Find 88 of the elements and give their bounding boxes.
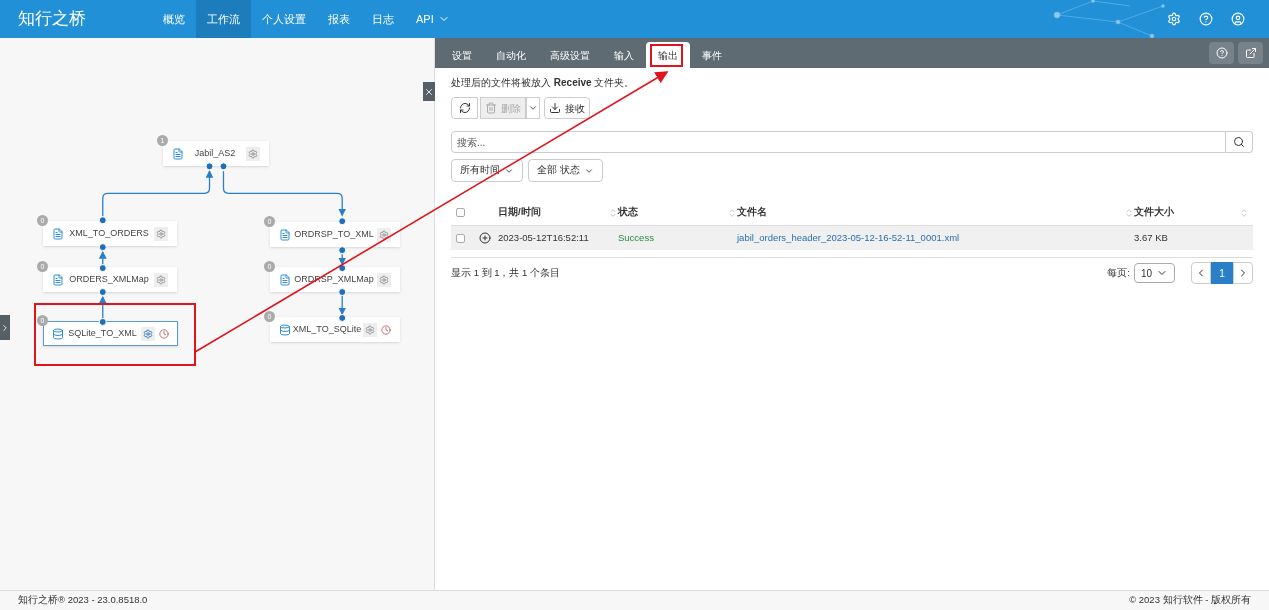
node-name: ORDRSP_TO_XML xyxy=(293,227,375,241)
tab[interactable]: 设置 xyxy=(440,42,484,68)
nav-link[interactable]: 工作流 xyxy=(196,0,251,38)
help-icon xyxy=(1215,47,1228,59)
settings-button[interactable] xyxy=(363,322,377,337)
gear-icon xyxy=(379,274,389,285)
tab[interactable]: 高级设置 xyxy=(538,42,602,68)
node-name: XML_TO_SQLite xyxy=(291,322,363,336)
search-icon xyxy=(1233,136,1245,148)
version-text: 知行之桥® 2023 - 23.0.8518.0 xyxy=(18,593,148,608)
chevron-right-icon xyxy=(0,322,10,333)
next-button[interactable] xyxy=(1233,262,1253,284)
settings-button[interactable] xyxy=(154,226,168,241)
refresh-button[interactable] xyxy=(451,97,478,119)
connector-line xyxy=(98,295,107,319)
settings-button[interactable] xyxy=(141,326,155,341)
file-link[interactable]: jabil_orders_header_2023-05-12-16-52-11_0001.xml xyxy=(737,230,1134,246)
column-header[interactable]: 状态 xyxy=(618,205,727,220)
gear-icon xyxy=(248,148,258,159)
close-button[interactable] xyxy=(423,82,435,101)
select-all-checkbox[interactable] xyxy=(456,208,465,217)
settings-button[interactable] xyxy=(377,227,391,242)
search-field[interactable]: 搜索... xyxy=(451,131,1226,153)
node-name: SQLite_TO_XML xyxy=(67,326,138,340)
help-icon[interactable] xyxy=(1199,12,1213,26)
settings-button[interactable] xyxy=(246,146,260,161)
table-row[interactable]: 2023-05-12T16:52:11 Success jabil_orders_header_2023-05-12-16-52-11_0001.xml 3.67 KB xyxy=(451,225,1253,250)
tab[interactable]: 自动化 xyxy=(484,42,538,68)
table-cell-text: 3.67 KB xyxy=(1134,230,1169,245)
search-button[interactable] xyxy=(1226,131,1253,153)
external-link-icon xyxy=(1244,47,1257,59)
download-icon xyxy=(549,102,561,114)
workflow-node[interactable]: ORDRSP_TO_XML xyxy=(270,222,400,247)
connector-line xyxy=(338,253,347,266)
row-checkbox[interactable] xyxy=(456,233,465,243)
clock-icon[interactable] xyxy=(159,328,169,339)
expand-icon[interactable] xyxy=(479,232,491,244)
per-page-label: 每页: xyxy=(1107,265,1130,280)
tab[interactable]: 事件 xyxy=(690,42,734,68)
gear-icon xyxy=(143,328,153,339)
workflow-node[interactable]: XML_TO_ORDERS xyxy=(43,221,177,246)
receive-button[interactable]: 接收 xyxy=(544,97,590,119)
workflow-node[interactable]: ORDERS_XMLMap xyxy=(43,267,177,292)
workflow-node[interactable]: SQLite_TO_XML xyxy=(43,321,178,346)
table-cell-text: Success xyxy=(618,230,655,245)
file-icon xyxy=(52,273,64,286)
file-icon xyxy=(279,228,291,241)
copyright-text: © 2023 知行软件 - 版权所有 xyxy=(1129,593,1251,608)
settings-icon[interactable] xyxy=(1167,12,1181,26)
tab[interactable]: 输入 xyxy=(602,42,646,68)
settings-button[interactable] xyxy=(154,272,168,287)
workflow-node[interactable]: XML_TO_SQLite xyxy=(270,317,400,342)
summary-text: 显示 1 到 1，共 1 个条目 xyxy=(451,265,561,280)
info-text: 处理后的文件将被放入 Receive 文件夹。 xyxy=(451,76,636,90)
column-header[interactable]: 文件名 xyxy=(737,205,1124,220)
file-icon xyxy=(172,147,184,160)
node-name: XML_TO_ORDERS xyxy=(68,226,150,240)
refresh-icon xyxy=(458,102,471,114)
table-cell-text: 2023-05-12T16:52:11 xyxy=(498,230,590,245)
highlight-frame xyxy=(650,44,683,67)
settings-button[interactable] xyxy=(377,272,391,287)
column-header[interactable]: 文件大小 xyxy=(1134,205,1239,220)
database-icon xyxy=(279,323,291,336)
gear-icon xyxy=(156,228,166,239)
column-header[interactable]: 日期/时间 xyxy=(498,205,608,220)
user-icon[interactable] xyxy=(1231,12,1245,26)
trash-icon xyxy=(485,102,497,114)
gear-icon xyxy=(365,324,375,335)
help-button[interactable] xyxy=(1209,42,1234,64)
database-icon xyxy=(52,327,64,340)
close-icon xyxy=(424,86,434,97)
gear-icon xyxy=(379,229,389,240)
expand-button[interactable] xyxy=(0,315,10,340)
workflow-node[interactable]: Jabil_AS2 xyxy=(163,141,269,166)
file-icon xyxy=(52,227,64,240)
gear-icon xyxy=(156,274,166,285)
filter-dropdown[interactable]: 所有时间 xyxy=(451,159,523,182)
caret-icon xyxy=(528,103,538,113)
node-name: Jabil_AS2 xyxy=(193,146,237,160)
filter-dropdown[interactable]: 全部 状态 xyxy=(528,159,603,182)
clock-icon[interactable] xyxy=(381,324,391,335)
connector-line xyxy=(338,295,347,316)
external-link-button[interactable] xyxy=(1238,42,1263,64)
file-icon xyxy=(279,273,291,286)
node-name: ORDERS_XMLMap xyxy=(68,272,150,286)
page-button[interactable]: 1 xyxy=(1211,262,1233,284)
per-page-select[interactable]: 10 xyxy=(1133,263,1175,283)
connector-line xyxy=(98,250,107,265)
